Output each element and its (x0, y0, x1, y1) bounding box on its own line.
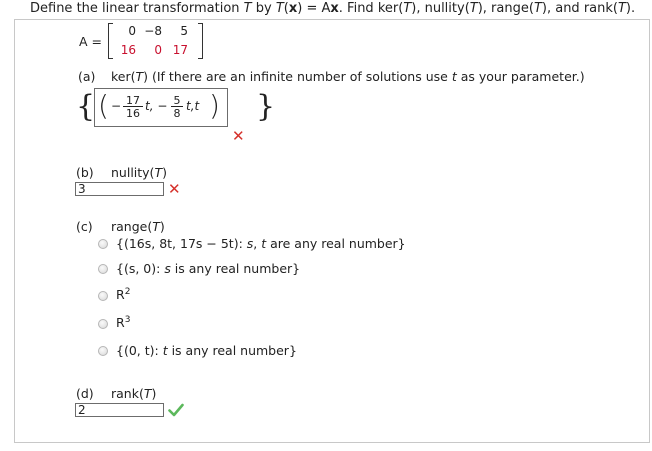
matrix-cell: 16 (120, 43, 136, 57)
range-option-radio[interactable] (98, 319, 108, 329)
matrix-cell: 17 (172, 43, 188, 57)
paren-open: ( (98, 89, 109, 122)
range-option-label[interactable]: R2 (116, 287, 130, 302)
range-option-radio[interactable] (98, 291, 108, 301)
range-option-label[interactable]: R3 (116, 315, 130, 330)
left-brace: { (76, 89, 96, 124)
part-a-label: (a) (78, 69, 96, 84)
right-brace: } (256, 89, 276, 124)
nullity-answer-input[interactable]: 3 (75, 182, 164, 196)
part-d-label: (d) (76, 386, 94, 401)
matrix-cell: 5 (180, 24, 188, 38)
x-mark-icon: ✕ (232, 127, 245, 145)
part-b-label: (b) (76, 165, 94, 180)
matrix-right-bracket (198, 23, 203, 59)
fraction-17-16: 17 16 (123, 95, 143, 119)
part-c-label: (c) (76, 219, 93, 234)
range-option-label[interactable]: {(0, t): t is any real number} (116, 343, 297, 358)
fraction-5-8: 58 (171, 95, 183, 119)
matrix-cell: −8 (144, 24, 162, 38)
part-a-question: ker(T) (If there are an infinite number … (111, 69, 585, 84)
range-option-radio[interactable] (98, 346, 108, 356)
minus-sign: − (111, 99, 122, 113)
range-option-label[interactable]: {(16s, 8t, 17s − 5t): s, t are any real … (116, 236, 406, 251)
rank-answer-input[interactable]: 2 (75, 403, 164, 417)
matrix-left-bracket (108, 23, 113, 59)
paren-close: ) (209, 89, 220, 122)
kernel-term-1: t, − (145, 99, 168, 113)
matrix-cell: 0 (154, 43, 162, 57)
range-option-radio[interactable] (98, 239, 108, 249)
matrix-cell: 0 (128, 24, 136, 38)
part-d-question: rank(T) (111, 386, 157, 401)
question-header: Define the linear transformation T by T(… (30, 1, 636, 16)
kernel-answer-input[interactable]: ( − 17 16 t, − 58 t,t ) (94, 88, 228, 127)
kernel-term-2: t,t (186, 99, 200, 113)
range-option-radio[interactable] (98, 264, 108, 274)
part-b-question: nullity(T) (111, 165, 167, 180)
part-c-question: range(T) (111, 219, 165, 234)
range-option-label[interactable]: {(s, 0): s is any real number} (116, 261, 300, 276)
x-mark-icon: ✕ (168, 180, 181, 198)
matrix-label: A = (79, 34, 102, 49)
check-mark-icon (168, 403, 184, 420)
